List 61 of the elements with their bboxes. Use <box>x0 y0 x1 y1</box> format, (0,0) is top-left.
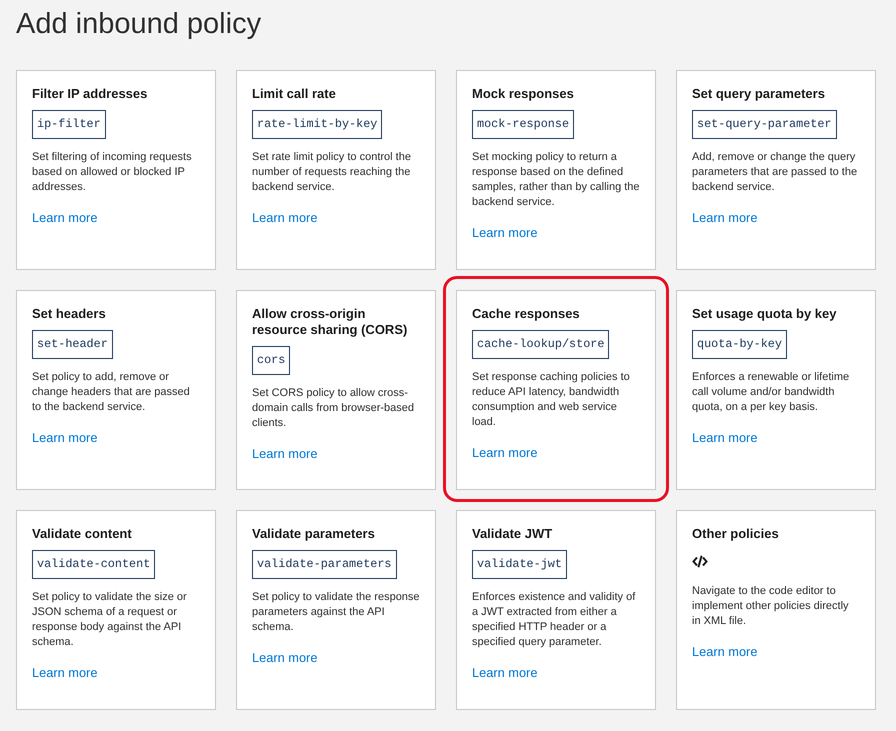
learn-more-link[interactable]: Learn more <box>472 225 538 241</box>
policy-card[interactable]: Other policies Navigate to the code editor to implement other policies directly in XML file. Learn more <box>676 510 876 710</box>
card-description: Set rate limit policy to control the number of requests reaching the backend service. <box>252 150 412 195</box>
policy-code: validate-content <box>32 550 156 579</box>
policy-card[interactable]: Set usage quota by key quota-by-key Enforces a renewable or lifetime call volume and/or bandwidth quota, on a per key basis. Learn more <box>676 290 876 490</box>
learn-more-link[interactable]: Learn more <box>32 430 98 446</box>
policy-card[interactable]: Filter IP addresses ip-filter Set filtering of incoming requests based on allowed or blocked IP addresses. Learn more <box>16 70 216 270</box>
policy-code: set-header <box>32 330 113 359</box>
learn-more-link[interactable]: Learn more <box>32 210 98 226</box>
learn-more-link[interactable]: Learn more <box>692 644 758 660</box>
card-title: Limit call rate <box>252 86 337 102</box>
card-description: Enforces a renewable or lifetime call volume and/or bandwidth quota, on a per key basis. <box>692 370 850 415</box>
learn-more-link[interactable]: Learn more <box>32 665 98 681</box>
learn-more-link[interactable]: Learn more <box>472 665 538 681</box>
policy-card[interactable]: Set headers set-header Set policy to add, remove or change headers that are passed to the backend service. Learn more <box>16 290 216 490</box>
policy-code: cache-lookup/store <box>472 330 610 359</box>
policy-card[interactable]: Validate content validate-content Set policy to validate the size or JSON schema of a request or response body against the API schema. Learn more <box>16 510 216 710</box>
card-title: Cache responses <box>472 306 581 322</box>
learn-more-link[interactable]: Learn more <box>692 210 758 226</box>
learn-more-link[interactable]: Learn more <box>252 446 318 462</box>
policy-code: validate-jwt <box>472 550 567 579</box>
card-title: Set usage quota by key <box>692 306 838 322</box>
learn-more-link[interactable]: Learn more <box>692 430 758 446</box>
code-icon <box>692 555 708 568</box>
card-title: Validate parameters <box>252 526 376 542</box>
card-title: Validate JWT <box>472 526 554 542</box>
policy-code: set-query-parameter <box>692 110 837 139</box>
card-description: Navigate to the code editor to implement other policies directly in XML file. <box>692 584 850 629</box>
card-description: Set filtering of incoming requests based on allowed or blocked IP addresses. <box>32 150 193 195</box>
card-description: Set mocking policy to return a response based on the defined samples, rather than by calling the backend service. <box>472 150 640 210</box>
policy-card[interactable]: Validate JWT validate-jwt Enforces existence and validity of a JWT extracted from either a specified HTTP header or a specified query parameter. Learn more <box>456 510 656 710</box>
policy-card[interactable]: Cache responses cache-lookup/store Set response caching policies to reduce API latency, bandwidth consumption and web service load. Learn more <box>456 290 656 490</box>
card-title: Mock responses <box>472 86 575 102</box>
card-title: Set query parameters <box>692 86 826 102</box>
learn-more-link[interactable]: Learn more <box>472 445 538 461</box>
card-description: Set policy to validate the response parameters against the API schema. <box>252 590 420 635</box>
card-description: Set response caching policies to reduce API latency, bandwidth consumption and web service load. <box>472 370 631 430</box>
policy-code: cors <box>252 346 290 375</box>
policy-code: ip-filter <box>32 110 106 139</box>
policy-card[interactable]: Validate parameters validate-parameters Set policy to validate the response parameters against the API schema. Learn more <box>236 510 436 710</box>
policy-card[interactable]: Mock responses mock-response Set mocking policy to return a response based on the defined samples, rather than by calling the backend service. Learn more <box>456 70 656 270</box>
card-description: Enforces existence and validity of a JWT extracted from either a specified HTTP header or a specified query parameter. <box>472 590 636 650</box>
policy-card[interactable]: Allow cross-origin resource sharing (CORS) cors Set CORS policy to allow cross-domain calls from browser-based clients. Learn more <box>236 290 436 490</box>
card-title: Set headers <box>32 306 107 322</box>
policy-code: validate-parameters <box>252 550 397 579</box>
page-title: Add inbound policy <box>16 7 262 42</box>
policy-card[interactable]: Set query parameters set-query-parameter Add, remove or change the query parameters that are passed to the backend service. Learn more <box>676 70 876 270</box>
learn-more-link[interactable]: Learn more <box>252 650 318 666</box>
learn-more-link[interactable]: Learn more <box>252 210 318 226</box>
card-title: Validate content <box>32 526 133 542</box>
card-title: Allow cross-origin resource sharing (CORS) <box>252 306 408 338</box>
card-description: Set CORS policy to allow cross-domain calls from browser-based clients. <box>252 386 416 431</box>
policy-code: rate-limit-by-key <box>252 110 382 139</box>
card-description: Set policy to add, remove or change headers that are passed to the backend service. <box>32 370 191 415</box>
policy-code: quota-by-key <box>692 330 787 359</box>
policy-code: mock-response <box>472 110 574 139</box>
policy-card[interactable]: Limit call rate rate-limit-by-key Set rate limit policy to control the number of requests reaching the backend service. Learn more <box>236 70 436 270</box>
card-description: Add, remove or change the query parameters that are passed to the backend service. <box>692 150 858 195</box>
card-title: Other policies <box>692 526 780 542</box>
card-title: Filter IP addresses <box>32 86 148 102</box>
card-description: Set policy to validate the size or JSON schema of a request or response body against the API schema. <box>32 590 188 650</box>
